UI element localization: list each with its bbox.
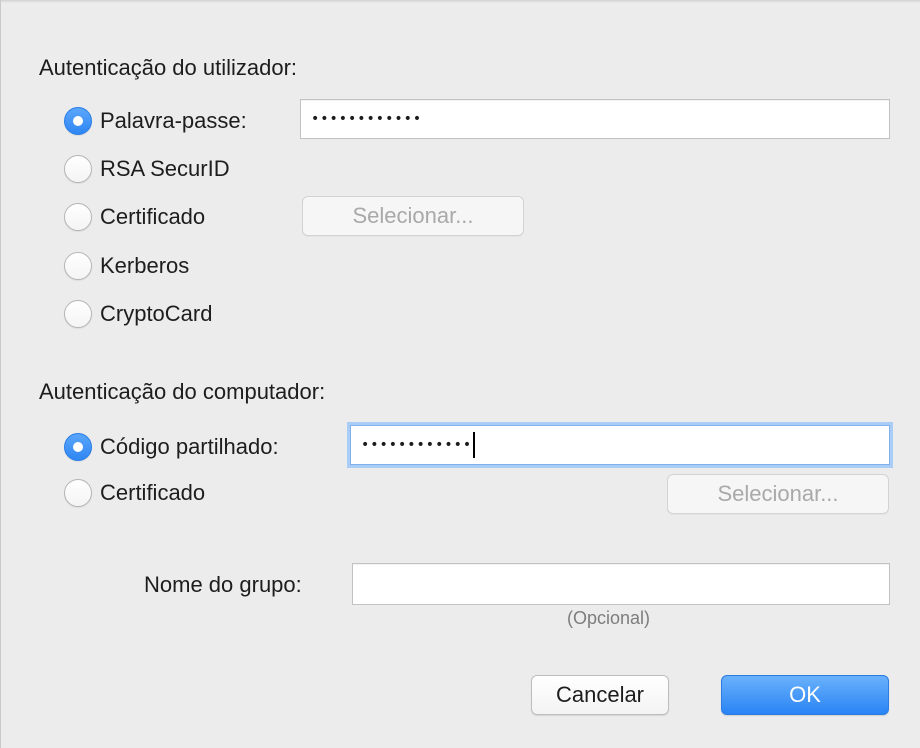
radio-cryptocard-label: CryptoCard — [100, 301, 213, 326]
radio-button-icon[interactable] — [64, 252, 92, 280]
radio-rsa-securid[interactable]: RSA SecurID — [64, 154, 230, 184]
radio-user-certificate-label: Certificado — [100, 204, 206, 229]
user-certificate-select-button[interactable]: Selecionar... — [302, 196, 524, 236]
radio-kerberos[interactable]: Kerberos — [64, 251, 189, 281]
radio-button-icon[interactable] — [64, 203, 92, 231]
radio-button-icon[interactable] — [64, 107, 92, 135]
shared-secret-input[interactable]: •••••••••••• — [350, 425, 890, 465]
radio-button-icon[interactable] — [64, 300, 92, 328]
radio-kerberos-label: Kerberos — [100, 253, 190, 278]
radio-user-certificate[interactable]: Certificado — [64, 202, 205, 232]
radio-machine-certificate-label: Certificado — [100, 480, 206, 505]
window-top-edge — [1, 0, 920, 3]
user-auth-section-title: Autenticação do utilizador: — [39, 55, 298, 80]
radio-rsa-securid-label: RSA SecurID — [100, 156, 230, 181]
cancel-button[interactable]: Cancelar — [531, 675, 669, 715]
authentication-settings-dialog: Autenticação do utilizador: Palavra-pass… — [0, 0, 920, 748]
radio-machine-certificate[interactable]: Certificado — [64, 478, 205, 508]
password-input[interactable]: •••••••••••• — [300, 99, 890, 139]
radio-password[interactable]: Palavra-passe: — [64, 106, 247, 136]
group-name-input[interactable] — [352, 563, 890, 605]
shared-secret-value: •••••••••••• — [361, 437, 473, 453]
radio-button-icon[interactable] — [64, 479, 92, 507]
radio-password-label: Palavra-passe: — [100, 108, 247, 133]
machine-auth-section-title: Autenticação do computador: — [39, 379, 326, 404]
ok-button[interactable]: OK — [721, 675, 889, 715]
radio-shared-secret-label: Código partilhado: — [100, 434, 279, 459]
group-name-label: Nome do grupo: — [144, 572, 302, 597]
radio-button-icon[interactable] — [64, 155, 92, 183]
radio-cryptocard[interactable]: CryptoCard — [64, 299, 212, 329]
group-name-optional-hint: (Opcional) — [567, 608, 651, 628]
text-caret — [473, 432, 476, 458]
radio-shared-secret[interactable]: Código partilhado: — [64, 432, 279, 462]
radio-button-icon[interactable] — [64, 433, 92, 461]
machine-certificate-select-button[interactable]: Selecionar... — [667, 474, 889, 514]
